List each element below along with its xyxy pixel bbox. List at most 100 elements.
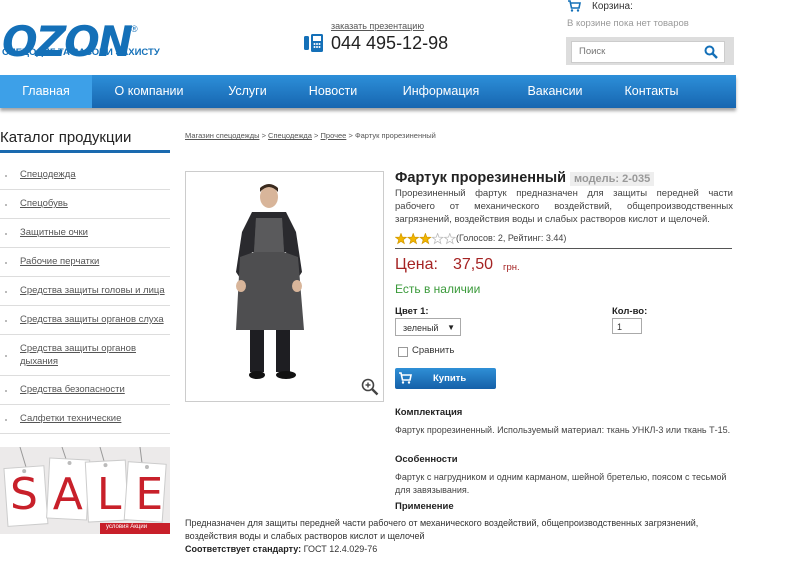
section-text-features: Фартук с нагрудником и одним карманом, ш… [395,472,727,495]
catalog-item-hearing-protection[interactable]: Средства защиты органов слуха [0,306,170,335]
compare-label[interactable]: Сравнить [412,345,454,356]
logo-registered-mark: ® [131,24,138,34]
bullet-icon [5,174,7,177]
breadcrumb-workwear[interactable]: Спецодежда [268,131,312,140]
catalog-title: Каталог продукции [0,129,132,146]
breadcrumb-separator: > [348,131,353,140]
section-heading-usage: Применение [395,501,454,512]
nav-item-vacancies[interactable]: Вакансии [505,75,605,108]
catalog-item-footwear[interactable]: Спецобувь [0,190,170,219]
catalog-item-label: Спецодежда [20,169,76,180]
search-field [571,41,725,63]
product-image [236,184,304,379]
standard-label: Соответствует стандарту: [185,544,302,554]
color-label: Цвет 1: [395,306,429,317]
catalog-item-workwear[interactable]: Спецодежда [0,160,170,190]
catalog-item-wipes[interactable]: Салфетки технические [0,405,170,434]
nav-item-services[interactable]: Услуги [206,75,289,108]
buy-button-label: Купить [433,373,467,384]
star-filled-icon[interactable] [419,233,432,245]
catalog-item-label: Средства безопасности [20,384,125,395]
order-presentation-link[interactable]: заказать презентацию [331,21,424,31]
standard-value: ГОСТ 12.4.029-76 [303,544,378,554]
cart-icon [399,372,412,384]
cart-empty-message: В корзине пока нет товаров [567,18,689,29]
breadcrumb: Магазин спецодежды > Спецодежда > Прочее… [185,131,436,140]
star-filled-icon[interactable] [406,233,420,245]
section-heading-kit: Комплектация [395,407,463,418]
catalog-item-goggles[interactable]: Защитные очки [0,219,170,248]
catalog-item-label: Спецобувь [20,198,68,209]
search-input[interactable] [577,45,701,58]
nav-item-news[interactable]: Новости [289,75,377,108]
nav-item-information[interactable]: Информация [377,75,505,108]
search-box [566,37,734,65]
star-empty-icon[interactable] [431,233,444,245]
divider [395,248,732,249]
catalog-item-respiratory-protection[interactable]: Средства защиты органов дыхания [0,335,170,376]
standard-line: Соответствует стандарту: ГОСТ 12.4.029-7… [185,543,725,556]
bullet-icon [5,355,7,357]
rating-stars[interactable] [395,233,457,245]
compare-checkbox[interactable] [398,347,408,357]
catalog-item-label: Рабочие перчатки [20,256,100,267]
catalog-item-label: Салфетки технические [20,413,122,424]
breadcrumb-other[interactable]: Прочее [321,131,347,140]
section-text-kit: Фартук прорезиненный. Используемый матер… [395,425,731,435]
catalog-item-safety[interactable]: Средства безопасности [0,376,170,405]
bullet-icon [5,204,7,206]
quantity-input[interactable]: 1 [612,318,642,334]
color-select[interactable]: зеленый ▼ [395,318,461,336]
product-title: Фартук прорезиненный [395,170,567,186]
catalog-item-label: Средства защиты головы и лица [20,285,165,296]
dropdown-arrow-icon: ▼ [447,323,455,332]
product-photo[interactable] [185,171,384,402]
stock-status: Есть в наличии [395,282,481,296]
usage-description: Предназначен для защиты передней части р… [185,517,725,556]
bullet-icon [5,390,7,392]
bullet-icon [5,262,7,264]
cart-title[interactable]: Корзина: [592,1,633,12]
sale-text: SALE [10,469,170,520]
nav-item-contacts[interactable]: Контакты [605,75,698,108]
star-empty-icon[interactable] [443,233,457,245]
product-description: Прорезиненный фартук предназначен для за… [395,188,733,225]
section-heading-features: Особенности [395,454,458,465]
price-label: Цена: [395,256,438,273]
breadcrumb-separator: > [314,131,319,140]
bullet-icon [5,291,7,293]
quantity-label: Кол-во: [612,306,648,317]
sale-caption: условия Акции [106,524,148,530]
logo-subtitle: СПЕЦОДЯГ ТА ЗАСОБИ ЗАХИСТУ [2,47,160,58]
breadcrumb-separator: > [261,131,266,140]
catalog-list: Спецодежда Спецобувь Защитные очки Рабоч… [0,160,170,434]
phone-number: 044 495-12-98 [331,33,449,53]
nav-item-about[interactable]: О компании [92,75,206,108]
product-model-badge: модель: 2-035 [570,172,655,186]
price-value: 37,50 [453,256,494,273]
breadcrumb-shop[interactable]: Магазин спецодежды [185,131,259,140]
buy-button[interactable]: Купить [395,368,496,389]
bullet-icon [5,419,7,421]
zoom-icon[interactable] [361,378,379,396]
rating-votes: (Голосов: 2, Рейтинг: 3.44) [456,233,567,243]
nav-item-home[interactable]: Главная [0,75,92,108]
star-filled-icon[interactable] [395,233,408,245]
sale-banner[interactable]: SALE условия Акции [0,447,170,534]
main-nav: Главная О компании Услуги Новости Информ… [0,75,736,108]
catalog-item-label: Средства защиты органов слуха [20,314,164,325]
catalog-item-gloves[interactable]: Рабочие перчатки [0,248,170,277]
usage-text: Предназначен для защиты передней части р… [185,518,699,541]
search-icon[interactable] [704,45,718,59]
cart-icon[interactable] [567,0,581,12]
price-currency: грн. [503,262,520,273]
catalog-title-underline [0,150,170,153]
color-select-value: зеленый [403,323,439,333]
bullet-icon [5,320,7,322]
catalog-item-label: Защитные очки [20,227,88,238]
bullet-icon [5,233,7,235]
catalog-item-head-protection[interactable]: Средства защиты головы и лица [0,277,170,306]
catalog-item-label: Средства защиты органов дыхания [20,343,136,367]
phone-icon [304,34,323,52]
breadcrumb-current: Фартук прорезиненный [354,131,436,140]
